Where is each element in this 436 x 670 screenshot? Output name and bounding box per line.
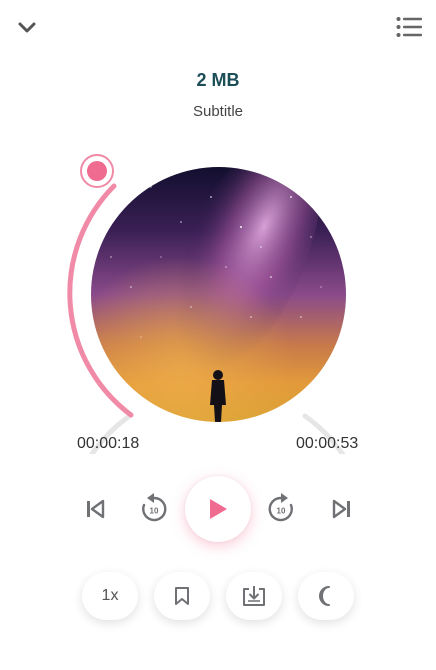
playback-speed-button[interactable]: 1x [82, 572, 138, 620]
playback-controls: 10 10 [0, 476, 436, 542]
playlist-button[interactable] [392, 12, 426, 42]
sleep-timer-button[interactable] [298, 572, 354, 620]
forward-seconds-label: 10 [277, 507, 286, 516]
collapse-button[interactable] [12, 14, 42, 40]
bookmark-button[interactable] [154, 572, 210, 620]
elapsed-time: 00:00:18 [77, 435, 140, 452]
moon-icon [319, 586, 330, 606]
forward-10-button[interactable]: 10 [264, 490, 298, 526]
bottom-actions: 1x [0, 572, 436, 620]
skip-previous-icon [87, 499, 105, 519]
total-time: 00:00:53 [296, 435, 359, 452]
rewind-seconds-label: 10 [150, 507, 159, 516]
download-button[interactable] [226, 572, 282, 620]
circular-progress[interactable] [56, 130, 380, 454]
forward-10-icon: 10 [268, 493, 293, 522]
play-icon [210, 499, 227, 519]
download-icon [243, 586, 265, 606]
track-subtitle: Subtitle [192, 103, 244, 120]
track-title: 2 MB [196, 70, 240, 90]
play-button[interactable] [185, 476, 251, 542]
top-bar [0, 0, 436, 56]
skip-next-icon [332, 499, 350, 519]
replay-10-icon: 10 [142, 493, 167, 522]
milky-way-image [91, 167, 346, 422]
progress-knob[interactable] [80, 154, 114, 188]
playback-speed-label: 1x [101, 587, 119, 604]
album-artwork [91, 167, 346, 422]
chevron-down-icon [18, 22, 36, 33]
rewind-10-button[interactable]: 10 [137, 490, 171, 526]
list-icon [396, 17, 422, 37]
next-button[interactable] [327, 494, 357, 524]
previous-button[interactable] [80, 494, 110, 524]
bookmark-icon [175, 587, 189, 605]
